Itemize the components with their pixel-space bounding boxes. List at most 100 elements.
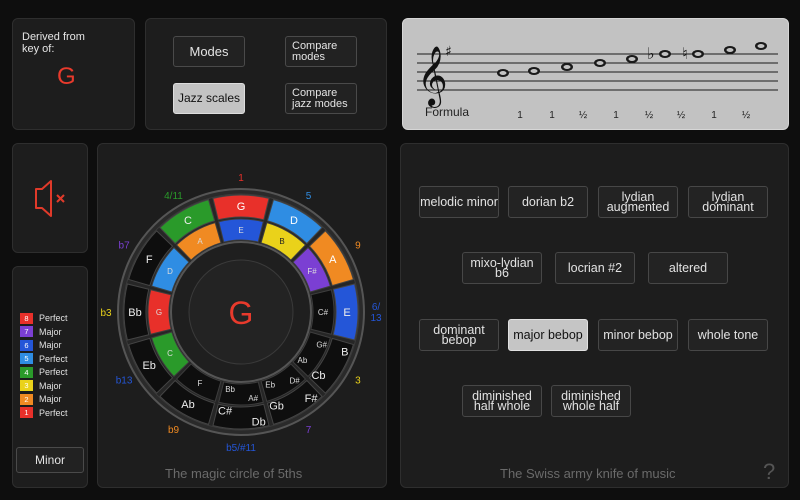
key-panel: Derived from key of: G bbox=[12, 18, 135, 130]
degree-label: 4/11 bbox=[164, 191, 183, 202]
outer-note-label[interactable]: Gb bbox=[269, 400, 284, 412]
key-display[interactable]: G bbox=[57, 63, 76, 91]
outer-note-label[interactable]: E bbox=[343, 307, 350, 319]
modes-button[interactable]: Modes bbox=[173, 36, 245, 67]
scale-button[interactable]: melodic minor bbox=[419, 186, 499, 218]
outer-note-label[interactable]: G bbox=[237, 201, 246, 213]
legend-swatch: 2 bbox=[20, 393, 33, 405]
compare-jazz-modes-button[interactable]: Compare jazz modes bbox=[285, 83, 357, 114]
scales-panel: melodic minor dorian b2 lydian augmented ly… bbox=[400, 143, 789, 488]
inner-note-label[interactable]: A# bbox=[248, 394, 258, 403]
degree-label: 3 bbox=[355, 376, 361, 387]
outer-note-label[interactable]: C bbox=[184, 215, 192, 227]
outer-note-label[interactable]: Cb bbox=[311, 370, 325, 382]
scale-button[interactable]: mixo-lydian b6 bbox=[462, 252, 542, 284]
degree-label: 1 bbox=[238, 173, 244, 184]
outer-note-label[interactable]: F# bbox=[305, 393, 319, 405]
scale-button[interactable]: minor bebop bbox=[598, 319, 678, 351]
legend-row: 2 Major bbox=[20, 393, 62, 405]
interval-5: ½ bbox=[645, 110, 654, 121]
outer-note-label[interactable]: Db bbox=[252, 417, 266, 429]
outer-note-label[interactable]: Ab bbox=[181, 399, 194, 411]
degree-label: 5 bbox=[306, 191, 312, 202]
inner-note-label[interactable]: E bbox=[238, 226, 243, 235]
circle-of-fifths[interactable]: G D A E B Cb F# GbDb C# Ab Eb Bb F C E B F# C# G# Ab D# Eb A# B… bbox=[98, 144, 388, 489]
staff-panel: 𝄞 ♯ ♭ ♮ Formula 1 1 ½ 1 ½ ½ 1 ½ bbox=[402, 18, 789, 130]
scale-button[interactable]: lydian dominant bbox=[688, 186, 768, 218]
degree-label: b7 bbox=[119, 241, 131, 252]
inner-note-label[interactable]: C bbox=[167, 349, 173, 358]
inner-note-label[interactable]: F# bbox=[307, 267, 317, 276]
legend-row: 3 Major bbox=[20, 380, 62, 392]
interval-6: ½ bbox=[677, 110, 686, 121]
degree-label: 6/13 bbox=[370, 302, 382, 324]
center-key-label: G bbox=[229, 295, 254, 331]
legend-row: 6 Major bbox=[20, 339, 62, 351]
degree-label: b5/#11 bbox=[226, 443, 256, 454]
speaker-muted-icon[interactable] bbox=[13, 144, 89, 254]
interval-1: 1 bbox=[517, 110, 523, 121]
scale-button[interactable]: diminished whole half bbox=[551, 385, 631, 417]
inner-note-label[interactable]: D bbox=[167, 267, 173, 276]
outer-note-label[interactable]: D bbox=[290, 215, 298, 227]
scale-button[interactable]: locrian #2 bbox=[555, 252, 635, 284]
treble-clef-icon: 𝄞 bbox=[417, 46, 448, 108]
help-icon[interactable]: ? bbox=[763, 459, 775, 485]
legend-row: 5 Perfect bbox=[20, 353, 68, 365]
legend-row: 7 Major bbox=[20, 326, 62, 338]
jazz-scales-button[interactable]: Jazz scales bbox=[173, 83, 245, 114]
inner-note-label[interactable]: Ab bbox=[298, 356, 308, 365]
legend-label: Perfect bbox=[39, 313, 68, 323]
circle-caption: The magic circle of 5ths bbox=[165, 466, 303, 481]
outer-note-label[interactable]: B bbox=[341, 346, 348, 358]
degree-label: b13 bbox=[116, 376, 133, 387]
legend-label: Major bbox=[39, 326, 62, 337]
music-staff: 𝄞 ♯ ♭ ♮ Formula 1 1 ½ 1 ½ ½ 1 ½ bbox=[417, 42, 778, 121]
interval-4: 1 bbox=[613, 110, 619, 121]
degree-label: b9 bbox=[168, 425, 180, 436]
scale-button[interactable]: whole tone bbox=[688, 319, 768, 351]
natural-accidental: ♮ bbox=[682, 44, 688, 63]
legend-label: Perfect bbox=[39, 407, 68, 418]
outer-note-label[interactable]: Eb bbox=[142, 360, 155, 372]
scale-button[interactable]: dominant bebop bbox=[419, 319, 499, 351]
legend-label: Perfect bbox=[39, 353, 68, 364]
minor-button[interactable]: Minor bbox=[16, 447, 84, 473]
legend-row: 1 Perfect bbox=[20, 407, 68, 419]
legend-label: Major bbox=[39, 394, 62, 404]
inner-note-label[interactable]: C# bbox=[318, 308, 329, 317]
inner-note-label[interactable]: F bbox=[198, 379, 203, 388]
inner-note-label[interactable]: G# bbox=[316, 341, 327, 350]
inner-note-label[interactable]: D# bbox=[289, 377, 300, 386]
scale-button[interactable]: altered bbox=[648, 252, 728, 284]
outer-note-label[interactable]: A bbox=[329, 254, 337, 266]
circle-panel: G D A E B Cb F# Gb Db C# Ab Eb Bb F C E B F# C# G# Ab D# Eb A# B… bbox=[97, 143, 387, 488]
scale-button[interactable]: diminished half whole bbox=[462, 385, 542, 417]
scale-button[interactable]: lydian augmented bbox=[598, 186, 678, 218]
mode-buttons-panel: Modes Compare modes Jazz scales Compare … bbox=[145, 18, 387, 130]
legend-swatch: 8 bbox=[20, 312, 33, 324]
interval-2: 1 bbox=[549, 110, 555, 121]
inner-note-label[interactable]: G bbox=[156, 308, 162, 317]
legend-swatch: 3 bbox=[20, 380, 33, 391]
inner-note-label[interactable]: Eb bbox=[265, 380, 275, 389]
legend-swatch: 5 bbox=[20, 353, 33, 364]
legend-row: 4 Perfect bbox=[20, 366, 68, 378]
formula-label: Formula bbox=[425, 105, 469, 119]
outer-note-label[interactable]: Bb bbox=[128, 307, 141, 319]
flat-accidental: ♭ bbox=[647, 44, 655, 63]
scale-button[interactable]: major bebop bbox=[508, 319, 588, 351]
legend-label: Perfect bbox=[39, 367, 68, 377]
legend-label: Major bbox=[39, 340, 62, 350]
key-panel-label: Derived from key of: bbox=[22, 31, 85, 55]
inner-note-label[interactable]: Bb bbox=[225, 385, 235, 394]
outer-note-label[interactable]: F bbox=[146, 254, 153, 266]
inner-note-label[interactable]: A bbox=[197, 237, 203, 246]
scale-button[interactable]: dorian b2 bbox=[508, 186, 588, 218]
outer-note-label[interactable]: C# bbox=[218, 406, 233, 418]
compare-modes-button[interactable]: Compare modes bbox=[285, 36, 357, 67]
inner-note-label[interactable]: B bbox=[279, 237, 284, 246]
legend-row: 8 Perfect bbox=[20, 312, 68, 324]
interval-legend-panel: 8 Perfect 7 Major 6 Major 5 Perfect 4 Perfect 3 Maj… bbox=[12, 266, 88, 488]
degree-label: 7 bbox=[306, 425, 312, 436]
